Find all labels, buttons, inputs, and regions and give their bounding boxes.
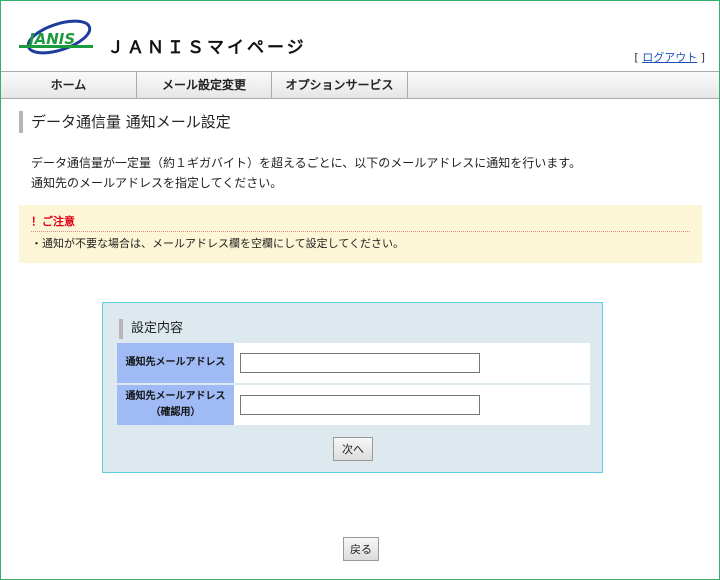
logo-text: JANIS [26, 30, 75, 48]
description-line-2: 通知先のメールアドレスを指定してください。 [31, 176, 283, 190]
email-field-cell [234, 343, 590, 383]
email-confirm-field-cell [234, 385, 590, 425]
caution-title: ！ご注意 [31, 213, 690, 232]
email-label-text: 通知先メールアドレス [125, 357, 226, 368]
janis-logo-icon: JANIS [19, 19, 93, 55]
page-frame: JANIS ＪＡＮＩＳマイページ [ ログアウト ] ホーム メール設定変更 オ… [0, 0, 720, 580]
next-button[interactable]: 次へ [333, 437, 373, 461]
logout-bracket-close: ] [697, 51, 705, 64]
nav-item-home[interactable]: ホーム [1, 72, 137, 98]
settings-title: 設定内容 [119, 319, 183, 339]
site-title: ＪＡＮＩＳマイページ [107, 38, 307, 58]
email-confirm-label-line-2: （確認用） [150, 407, 201, 418]
page-description: データ通信量が一定量（約１ギガバイト）を超えるごとに、以下のメールアドレスに通知… [31, 153, 581, 193]
settings-panel: 設定内容 通知先メールアドレス 通知先メールアドレス （確認用） 次へ [102, 302, 603, 473]
email-field[interactable] [240, 353, 480, 373]
main-nav: ホーム メール設定変更 オプションサービス [1, 71, 719, 99]
logout-link[interactable]: ログアウト [642, 51, 697, 64]
caution-text: ・通知が不要な場合は、メールアドレス欄を空欄にして設定してください。 [31, 237, 405, 250]
back-button[interactable]: 戻る [343, 537, 379, 561]
email-confirm-label: 通知先メールアドレス （確認用） [117, 385, 234, 425]
email-confirm-field[interactable] [240, 395, 480, 415]
logout-area: [ ログアウト ] [634, 49, 705, 65]
email-confirm-label-line-1: 通知先メールアドレス [125, 391, 226, 402]
form-row-email-confirm: 通知先メールアドレス （確認用） [117, 385, 590, 425]
nav-item-option-services[interactable]: オプションサービス [272, 72, 408, 98]
header: JANIS ＪＡＮＩＳマイページ [ ログアウト ] [1, 1, 719, 71]
email-label: 通知先メールアドレス [117, 343, 234, 383]
nav-item-mail-settings[interactable]: メール設定変更 [137, 72, 272, 98]
caution-box: ！ご注意 ・通知が不要な場合は、メールアドレス欄を空欄にして設定してください。 [19, 205, 702, 263]
page-title: データ通信量 通知メール設定 [19, 111, 231, 133]
description-line-1: データ通信量が一定量（約１ギガバイト）を超えるごとに、以下のメールアドレスに通知… [31, 156, 582, 170]
settings-form: 通知先メールアドレス 通知先メールアドレス （確認用） [117, 343, 590, 427]
form-row-email: 通知先メールアドレス [117, 343, 590, 383]
